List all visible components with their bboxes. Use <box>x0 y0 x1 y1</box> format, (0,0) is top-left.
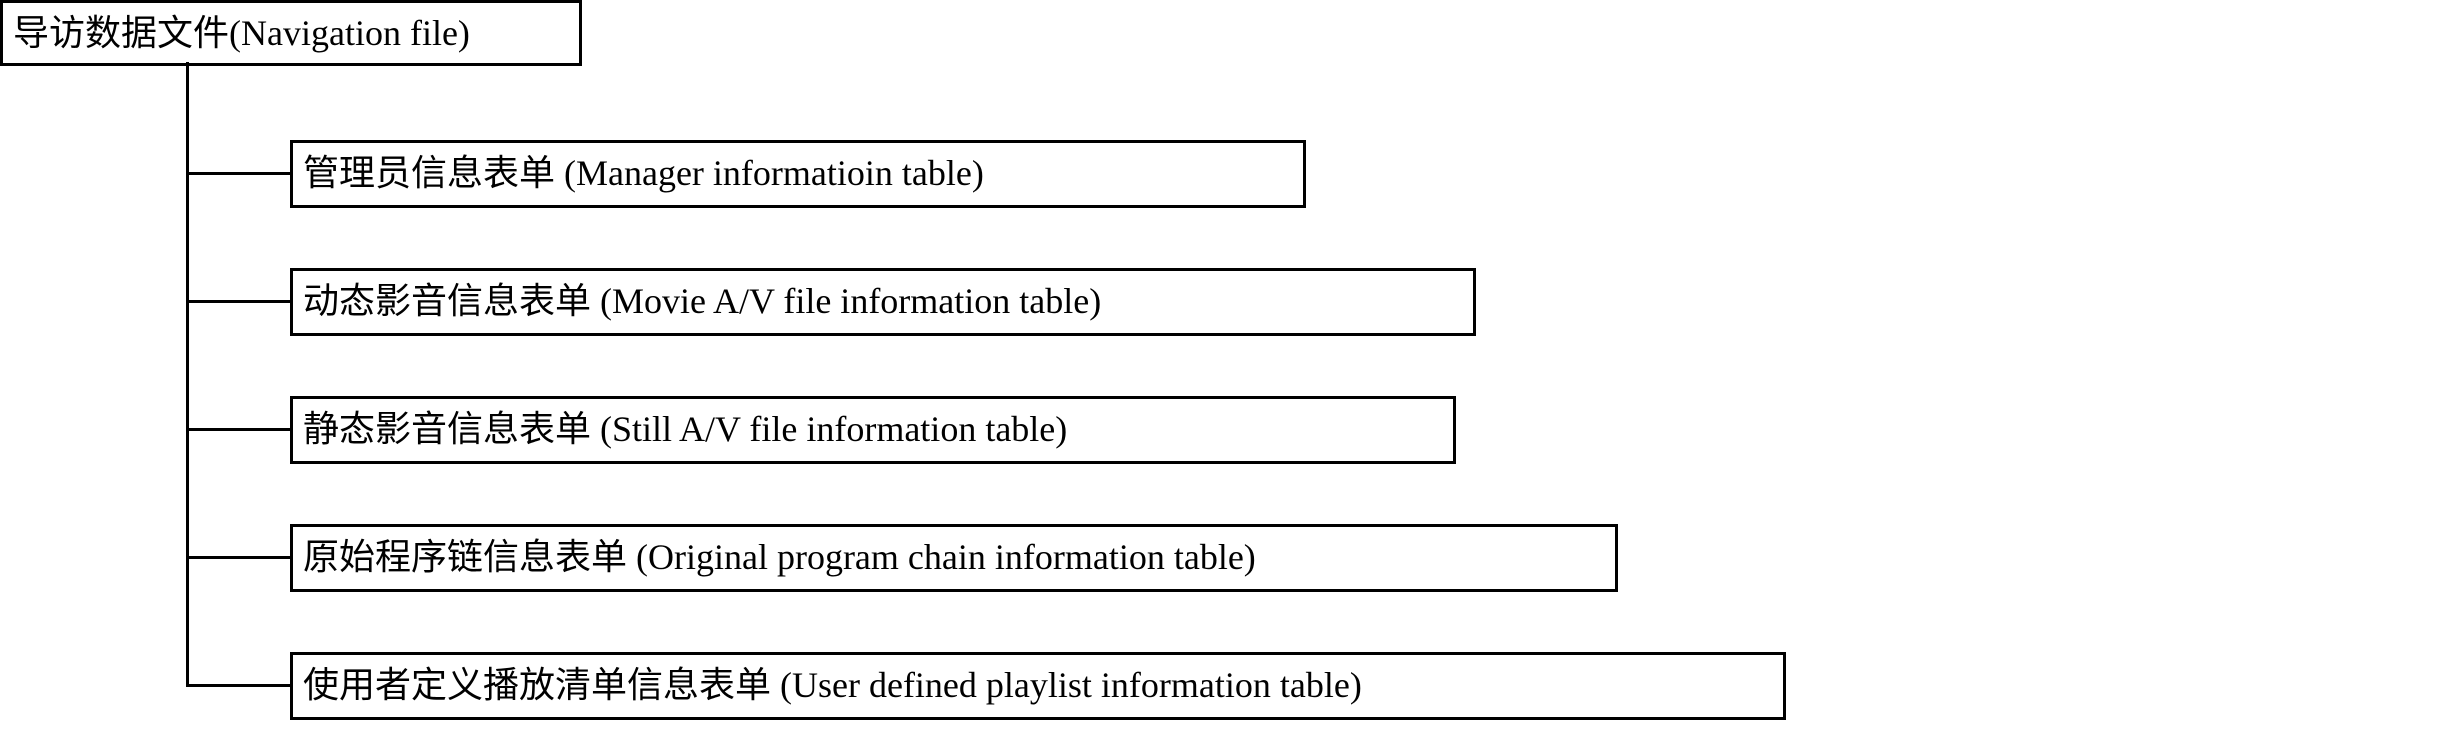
child-node-user-playlist: 使用者定义播放清单信息表单 (User defined playlist inf… <box>290 652 1786 720</box>
child-label: 管理员信息表单 (Manager informatioin table) <box>293 143 1303 203</box>
connector-h-4 <box>186 684 290 687</box>
connector-h-3 <box>186 556 290 559</box>
child-label: 使用者定义播放清单信息表单 (User defined playlist inf… <box>293 655 1783 715</box>
diagram-canvas: 导访数据文件(Navigation file) 管理员信息表单 (Manager… <box>0 0 2450 749</box>
connector-h-0 <box>186 172 290 175</box>
connector-vertical <box>186 62 189 684</box>
connector-h-2 <box>186 428 290 431</box>
child-node-manager-info: 管理员信息表单 (Manager informatioin table) <box>290 140 1306 208</box>
root-node: 导访数据文件(Navigation file) <box>0 0 582 66</box>
root-label: 导访数据文件(Navigation file) <box>3 3 579 63</box>
child-label: 静态影音信息表单 (Still A/V file information tab… <box>293 399 1453 459</box>
child-node-movie-av: 动态影音信息表单 (Movie A/V file information tab… <box>290 268 1476 336</box>
child-node-original-pgc: 原始程序链信息表单 (Original program chain inform… <box>290 524 1618 592</box>
child-label: 动态影音信息表单 (Movie A/V file information tab… <box>293 271 1473 331</box>
child-node-still-av: 静态影音信息表单 (Still A/V file information tab… <box>290 396 1456 464</box>
connector-h-1 <box>186 300 290 303</box>
child-label: 原始程序链信息表单 (Original program chain inform… <box>293 527 1615 587</box>
